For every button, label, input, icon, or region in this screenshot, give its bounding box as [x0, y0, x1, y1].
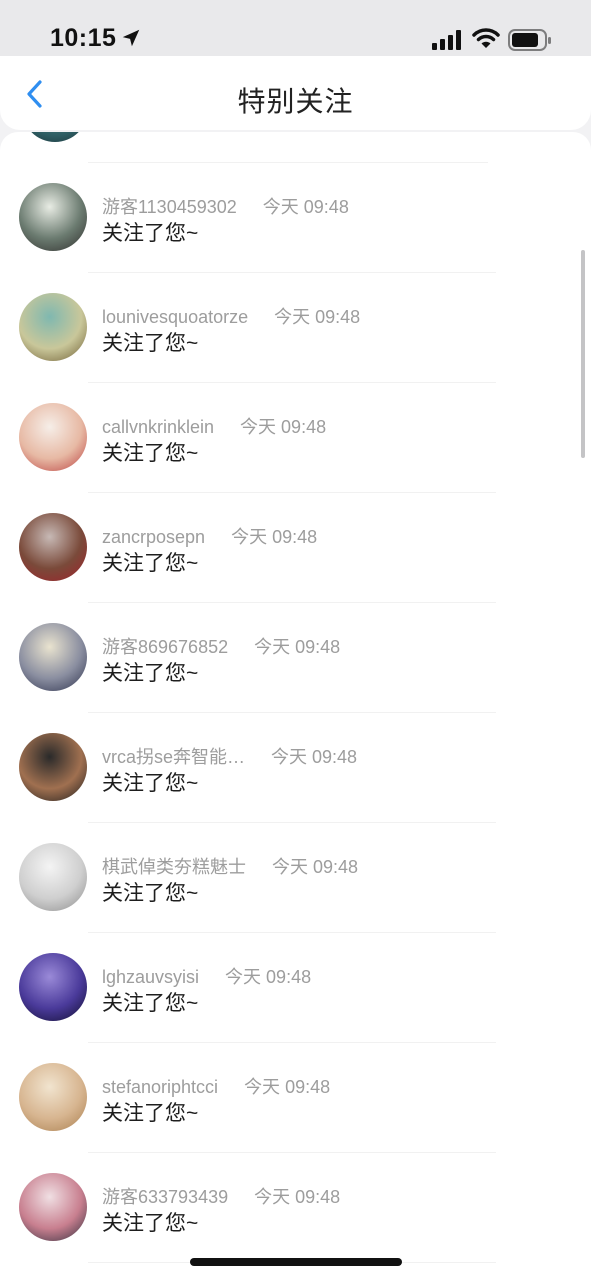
avatar[interactable] — [19, 183, 87, 251]
notification-message: 关注了您~ — [102, 772, 199, 795]
item-meta: 游客633793439 今天 09:48 — [102, 1183, 340, 1209]
item-meta: 游客1130459302 今天 09:48 — [102, 193, 349, 219]
notification-message: 关注了您~ — [102, 992, 199, 1015]
avatar[interactable] — [19, 293, 87, 361]
username[interactable]: 棋武倬类夯糕魅士 — [102, 857, 246, 877]
status-time: 10:15 — [50, 24, 117, 52]
scrollbar[interactable] — [581, 250, 585, 458]
username[interactable]: vrca拐se奔智能… — [102, 747, 245, 767]
item-meta: 棋武倬类夯糕魅士 今天 09:48 — [102, 853, 358, 879]
avatar[interactable] — [19, 513, 87, 581]
notification-message: 关注了您~ — [102, 662, 199, 685]
timestamp: 今天 09:48 — [271, 747, 358, 767]
page-title: 特别关注 — [237, 86, 354, 117]
item-meta: zancrposepn 今天 09:48 — [102, 523, 317, 549]
list-item[interactable]: 棋武倬类夯糕魅士 今天 09:48 关注了您~ — [0, 823, 591, 933]
item-meta: lounivesquoatorze 今天 09:48 — [102, 303, 360, 329]
timestamp: 今天 09:48 — [262, 197, 349, 217]
notification-message: 关注了您~ — [102, 222, 199, 245]
status-bar: 10:15 — [0, 0, 591, 56]
username[interactable]: callvnkrinklein — [102, 417, 214, 437]
item-meta: vrca拐se奔智能… 今天 09:48 — [102, 743, 357, 769]
notification-message: 关注了您~ — [102, 1212, 199, 1235]
item-meta: stefanoriphtcci 今天 09:48 — [102, 1073, 330, 1099]
list-item[interactable]: stefanoriphtcci 今天 09:48 关注了您~ — [0, 1043, 591, 1153]
notification-message: 关注了您~ — [102, 552, 199, 575]
list-item[interactable]: 游客869676852 今天 09:48 关注了您~ — [0, 603, 591, 713]
avatar[interactable] — [19, 623, 87, 691]
notification-message: 关注了您~ — [102, 882, 199, 905]
timestamp: 今天 09:48 — [274, 307, 361, 327]
item-meta: 游客869676852 今天 09:48 — [102, 633, 340, 659]
follow-list[interactable]: 游客1130459302 今天 09:48 关注了您~ lounivesquoator… — [0, 132, 591, 1280]
list-item[interactable]: zancrposepn 今天 09:48 关注了您~ — [0, 493, 591, 603]
username[interactable]: zancrposepn — [102, 527, 205, 547]
nav-bar: 特别关注 — [0, 56, 591, 130]
notification-message: 关注了您~ — [102, 442, 199, 465]
username[interactable]: stefanoriphtcci — [102, 1077, 218, 1097]
item-meta: callvnkrinklein 今天 09:48 — [102, 413, 326, 439]
list-item[interactable]: callvnkrinklein 今天 09:48 关注了您~ — [0, 383, 591, 493]
item-meta: lghzauvsyisi 今天 09:48 — [102, 963, 311, 989]
timestamp: 今天 09:48 — [254, 637, 341, 657]
list-item[interactable]: 游客633793439 今天 09:48 关注了您~ — [0, 1153, 591, 1263]
timestamp: 今天 09:48 — [225, 967, 312, 987]
list-item[interactable]: 游客1130459302 今天 09:48 关注了您~ — [0, 163, 591, 273]
avatar[interactable] — [19, 733, 87, 801]
timestamp: 今天 09:48 — [231, 527, 318, 547]
timestamp: 今天 09:48 — [244, 1077, 331, 1097]
username[interactable]: 游客869676852 — [102, 637, 228, 657]
avatar[interactable] — [19, 953, 87, 1021]
location-arrow-icon — [122, 29, 140, 47]
list-item[interactable]: lounivesquoatorze 今天 09:48 关注了您~ — [0, 273, 591, 383]
avatar[interactable] — [19, 403, 87, 471]
list-item[interactable]: lghzauvsyisi 今天 09:48 关注了您~ — [0, 933, 591, 1043]
avatar[interactable] — [19, 843, 87, 911]
timestamp: 今天 09:48 — [240, 417, 327, 437]
battery-icon — [508, 29, 551, 51]
username[interactable]: lghzauvsyisi — [102, 967, 199, 987]
wifi-icon — [472, 28, 500, 48]
username[interactable]: lounivesquoatorze — [102, 307, 248, 327]
list-item[interactable]: vrca拐se奔智能… 今天 09:48 关注了您~ — [0, 713, 591, 823]
timestamp: 今天 09:48 — [254, 1187, 341, 1207]
avatar[interactable] — [19, 1063, 87, 1131]
timestamp: 今天 09:48 — [272, 857, 359, 877]
username[interactable]: 游客633793439 — [102, 1187, 228, 1207]
username[interactable]: 游客1130459302 — [102, 197, 237, 217]
cellular-signal-icon — [432, 30, 461, 50]
avatar[interactable] — [19, 1173, 87, 1241]
avatar[interactable] — [22, 132, 88, 142]
notification-message: 关注了您~ — [102, 332, 199, 355]
home-indicator[interactable] — [190, 1258, 402, 1266]
notification-message: 关注了您~ — [102, 1102, 199, 1125]
